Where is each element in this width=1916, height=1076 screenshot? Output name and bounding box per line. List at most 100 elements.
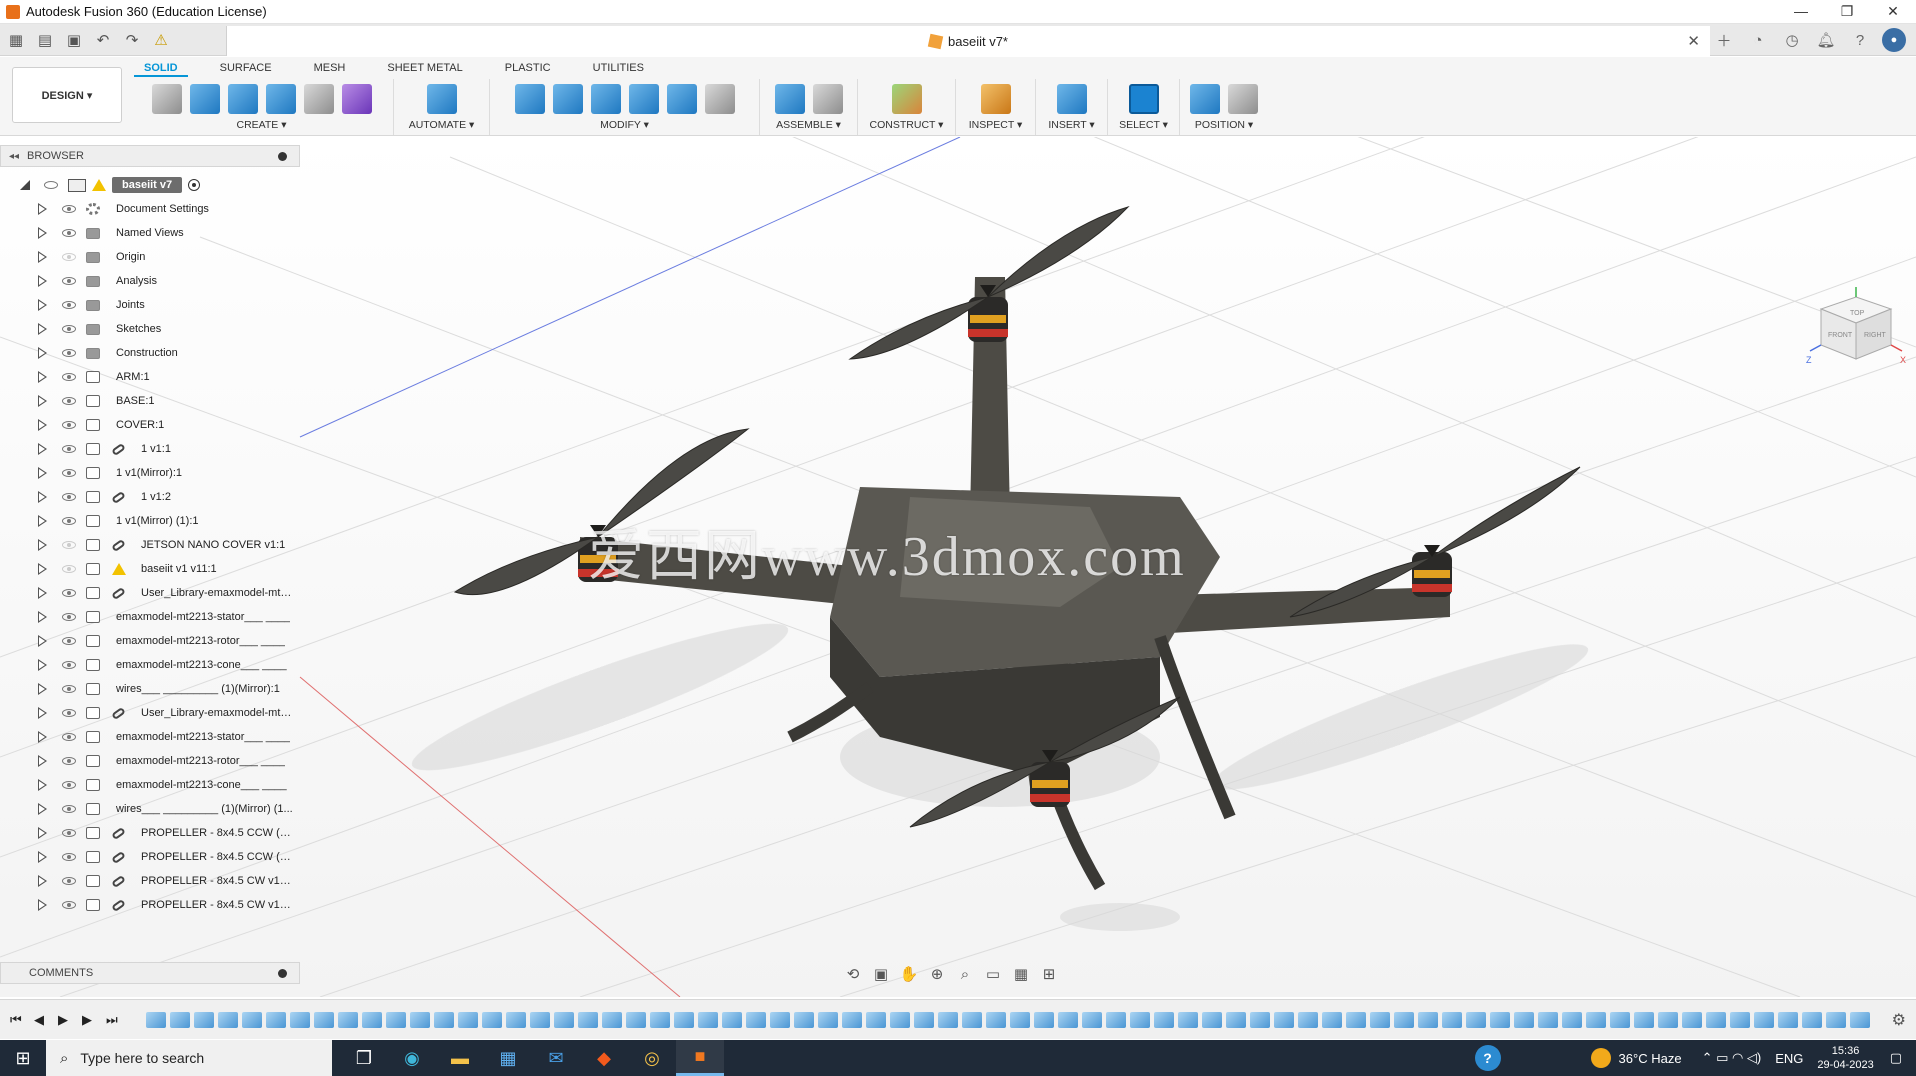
timeline-feature-icon[interactable] xyxy=(746,1011,766,1028)
browser-item[interactable]: User_Library-emaxmodel-mt2... xyxy=(0,581,300,605)
document-tab[interactable]: baseiit v7* ✕ xyxy=(226,26,1710,56)
prev-icon[interactable]: ◀ xyxy=(34,1012,48,1028)
automate-menu[interactable]: AUTOMATE ▾ xyxy=(409,119,475,131)
browser-item[interactable]: emaxmodel-mt2213-cone___ ____ xyxy=(0,653,300,677)
notifications-icon[interactable]: 🔔︎ xyxy=(1814,28,1838,52)
visibility-eye-icon[interactable] xyxy=(62,397,76,405)
timeline-feature-icon[interactable] xyxy=(1058,1011,1078,1028)
visibility-eye-icon[interactable] xyxy=(62,805,76,813)
undo-icon[interactable]: ↶ xyxy=(90,28,116,52)
browser-item[interactable]: COVER:1 xyxy=(0,413,300,437)
expand-icon[interactable] xyxy=(38,299,47,311)
timeline-feature-icon[interactable] xyxy=(1466,1011,1486,1028)
timeline-feature-icon[interactable] xyxy=(1202,1011,1222,1028)
timeline-feature-icon[interactable] xyxy=(602,1011,622,1028)
browser-item[interactable]: baseiit v1 v11:1 xyxy=(0,557,300,581)
create-sketch-icon[interactable] xyxy=(151,84,182,114)
edge-icon[interactable]: ◉ xyxy=(388,1040,436,1076)
assemble-menu[interactable]: ASSEMBLE ▾ xyxy=(776,119,841,131)
visibility-eye-icon[interactable] xyxy=(62,565,76,573)
create-form-icon[interactable] xyxy=(341,84,372,114)
expand-icon[interactable] xyxy=(38,707,47,719)
timeline-feature-icon[interactable] xyxy=(434,1011,454,1028)
visibility-eye-icon[interactable] xyxy=(62,253,76,261)
capture-position-icon[interactable] xyxy=(1190,84,1220,114)
timeline-feature-icon[interactable] xyxy=(506,1011,526,1028)
play-icon[interactable]: ▶ xyxy=(58,1012,72,1028)
browser-item[interactable]: JETSON NANO COVER v1:1 xyxy=(0,533,300,557)
fusion-taskbar-icon[interactable]: ■ xyxy=(676,1040,724,1076)
comments-pin-icon[interactable] xyxy=(278,968,287,978)
timeline-feature-icon[interactable] xyxy=(1682,1011,1702,1028)
timeline-feature-icon[interactable] xyxy=(1082,1011,1102,1028)
timeline-feature-icon[interactable] xyxy=(866,1011,886,1028)
create-menu[interactable]: CREATE ▾ xyxy=(237,119,287,131)
revolve-icon[interactable] xyxy=(227,84,258,114)
revert-position-icon[interactable] xyxy=(1228,84,1258,114)
construct-menu[interactable]: CONSTRUCT ▾ xyxy=(870,119,944,131)
pan-icon[interactable]: ✋ xyxy=(898,964,920,984)
timeline-feature-icon[interactable] xyxy=(170,1011,190,1028)
timeline-feature-icon[interactable] xyxy=(1178,1011,1198,1028)
timeline-feature-icon[interactable] xyxy=(1850,1011,1870,1028)
timeline-feature-icon[interactable] xyxy=(1634,1011,1654,1028)
browser-item[interactable]: PROPELLER - 8x4.5 CW v1 v'... xyxy=(0,893,300,917)
timeline-feature-icon[interactable] xyxy=(1298,1011,1318,1028)
expand-icon[interactable] xyxy=(38,203,47,215)
browser-item[interactable]: PROPELLER - 8x4.5 CW v1 v'... xyxy=(0,869,300,893)
timeline-feature-icon[interactable] xyxy=(914,1011,934,1028)
timeline-feature-icon[interactable] xyxy=(962,1011,982,1028)
browser-item[interactable]: PROPELLER - 8x4.5 CCW (1) ... xyxy=(0,845,300,869)
viewports-icon[interactable]: ⊞ xyxy=(1038,964,1060,984)
language-indicator[interactable]: ENG xyxy=(1775,1051,1803,1066)
first-icon[interactable]: ⏮ xyxy=(10,1012,24,1028)
warning-icon[interactable]: ⚠ xyxy=(148,28,174,52)
weather-widget[interactable]: 36°C Haze xyxy=(1590,1048,1682,1068)
collapse-icon[interactable] xyxy=(20,180,30,190)
workspace-switcher[interactable]: DESIGN ▾ xyxy=(12,67,122,123)
fit-icon[interactable]: ⌕ xyxy=(954,964,976,984)
expand-icon[interactable] xyxy=(38,347,47,359)
pattern-icon[interactable] xyxy=(303,84,334,114)
timeline-feature-icon[interactable] xyxy=(986,1011,1006,1028)
expand-icon[interactable] xyxy=(38,683,47,695)
redo-icon[interactable]: ↷ xyxy=(119,28,145,52)
view-cube[interactable]: TOP FRONT RIGHT X Y Z xyxy=(1806,287,1906,387)
visibility-eye-icon[interactable] xyxy=(62,229,76,237)
timeline-feature-icon[interactable] xyxy=(842,1011,862,1028)
timeline-feature-icon[interactable] xyxy=(1514,1011,1534,1028)
expand-icon[interactable] xyxy=(38,803,47,815)
expand-icon[interactable] xyxy=(38,323,47,335)
user-avatar-icon[interactable]: ● xyxy=(1882,28,1906,52)
timeline-settings-icon[interactable]: ⚙ xyxy=(1892,1010,1906,1030)
tab-plastic[interactable]: PLASTIC xyxy=(495,59,561,77)
timeline-feature-icon[interactable] xyxy=(578,1011,598,1028)
save-icon[interactable]: ▣ xyxy=(61,28,87,52)
timeline-feature-icon[interactable] xyxy=(1250,1011,1270,1028)
combine-icon[interactable] xyxy=(666,84,697,114)
visibility-eye-icon[interactable] xyxy=(62,445,76,453)
browser-item[interactable]: Analysis xyxy=(0,269,300,293)
timeline-feature-icon[interactable] xyxy=(242,1011,262,1028)
timeline-feature-icon[interactable] xyxy=(194,1011,214,1028)
minimize-button[interactable]: — xyxy=(1778,0,1824,24)
timeline-feature-icon[interactable] xyxy=(674,1011,694,1028)
display-settings-icon[interactable]: ▭ xyxy=(982,964,1004,984)
expand-icon[interactable] xyxy=(38,539,47,551)
job-status-icon[interactable]: ◷ xyxy=(1780,28,1804,52)
visibility-eye-icon[interactable] xyxy=(62,901,76,909)
visibility-eye-icon[interactable] xyxy=(62,829,76,837)
timeline-feature-icon[interactable] xyxy=(530,1011,550,1028)
timeline-feature-icon[interactable] xyxy=(410,1011,430,1028)
offset-plane-icon[interactable] xyxy=(891,84,922,114)
timeline-feature-icon[interactable] xyxy=(722,1011,742,1028)
visibility-eye-icon[interactable] xyxy=(62,637,76,645)
visibility-eye-icon[interactable] xyxy=(62,733,76,741)
expand-icon[interactable] xyxy=(38,755,47,767)
timeline-feature-icon[interactable] xyxy=(218,1011,238,1028)
visibility-eye-icon[interactable] xyxy=(62,757,76,765)
timeline-feature-icon[interactable] xyxy=(1226,1011,1246,1028)
timeline-feature-icon[interactable] xyxy=(794,1011,814,1028)
root-component-name[interactable]: baseiit v7 xyxy=(112,177,183,193)
browser-item[interactable]: 1 v1(Mirror):1 xyxy=(0,461,300,485)
